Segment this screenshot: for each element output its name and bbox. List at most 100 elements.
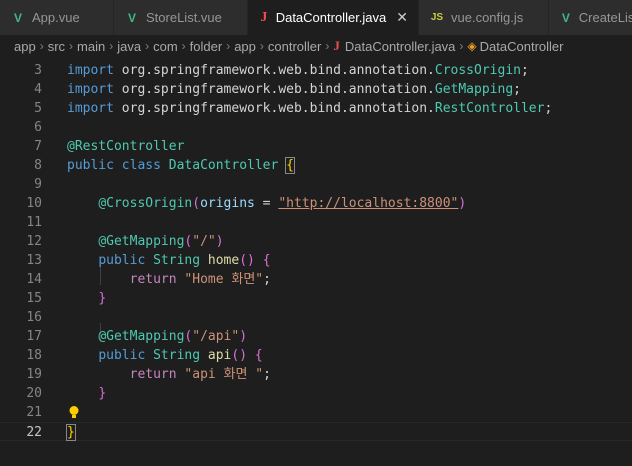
annotation: CrossOrigin bbox=[106, 196, 193, 211]
line-number: 4 bbox=[34, 82, 42, 97]
breadcrumb-item[interactable]: DataController bbox=[480, 39, 564, 54]
parameter: origins bbox=[200, 196, 255, 211]
code-line: 4 import org.springframework.web.bind.an… bbox=[0, 80, 632, 99]
package-path: org.springframework.web.bind.annotation. bbox=[121, 63, 435, 78]
line-number: 3 bbox=[34, 63, 42, 78]
string-url[interactable]: "http://localhost:8800" bbox=[278, 196, 458, 211]
tab-label: StoreList.vue bbox=[146, 10, 222, 25]
paren: ) bbox=[215, 234, 224, 249]
paren: ) bbox=[239, 329, 248, 344]
breadcrumb-item[interactable]: com bbox=[153, 39, 178, 54]
tab-storelist-vue[interactable]: V StoreList.vue bbox=[114, 0, 248, 35]
tab-app-vue[interactable]: V App.vue bbox=[0, 0, 114, 35]
package-path: org.springframework.web.bind.annotation. bbox=[121, 101, 435, 116]
chevron-right-icon: › bbox=[459, 39, 464, 53]
tab-label: vue.config.js bbox=[451, 10, 524, 25]
keyword: public bbox=[98, 253, 146, 268]
chevron-right-icon: › bbox=[259, 39, 264, 53]
code-line: 9 bbox=[0, 175, 632, 194]
line-number: 17 bbox=[26, 329, 42, 344]
punctuation: ; bbox=[263, 367, 271, 382]
code-line: 10 @CrossOrigin(origins = "http://localh… bbox=[0, 194, 632, 213]
tab-createlist[interactable]: V CreateList bbox=[549, 0, 632, 35]
breadcrumb-item[interactable]: app bbox=[14, 39, 36, 54]
code-line: 6 bbox=[0, 118, 632, 137]
line-number: 15 bbox=[26, 291, 42, 306]
vue-icon: V bbox=[561, 10, 570, 25]
close-icon[interactable]: ✕ bbox=[396, 9, 408, 26]
breadcrumb-item[interactable]: folder bbox=[190, 39, 223, 54]
code-line: 14 return "Home 화면"; bbox=[0, 270, 632, 289]
package-path: org.springframework.web.bind.annotation. bbox=[121, 82, 435, 97]
line-number: 7 bbox=[34, 139, 42, 154]
vue-icon: V bbox=[13, 10, 22, 25]
annotation-at: @ bbox=[98, 196, 107, 211]
line-number: 14 bbox=[26, 272, 42, 287]
keyword: import bbox=[67, 82, 114, 97]
brace: { bbox=[262, 253, 271, 268]
method-name: api bbox=[207, 348, 232, 363]
code-line: 8 public class DataController { bbox=[0, 156, 632, 175]
brace: { bbox=[254, 348, 263, 363]
breadcrumb: app › src › main › java › com › folder › app › … bbox=[0, 35, 632, 57]
tab-label: CreateList bbox=[578, 10, 632, 25]
breadcrumb-item[interactable]: java bbox=[117, 39, 141, 54]
annotation-at: @ bbox=[98, 234, 107, 249]
class-name: RestController bbox=[434, 101, 545, 116]
tab-label: DataController.java bbox=[275, 10, 387, 25]
keyword: public bbox=[67, 158, 114, 173]
keyword: public bbox=[98, 348, 146, 363]
brace: } bbox=[98, 386, 107, 401]
breadcrumb-item[interactable]: DataController.java bbox=[345, 39, 456, 54]
code-editor[interactable]: 3 import org.springframework.web.bind.an… bbox=[0, 57, 632, 466]
method-name: home bbox=[207, 253, 240, 268]
code-line: 19 return "api 화면 "; bbox=[0, 365, 632, 384]
annotation: GetMapping bbox=[106, 329, 185, 344]
operator: = bbox=[254, 196, 279, 211]
line-number: 5 bbox=[34, 101, 42, 116]
line-number: 10 bbox=[26, 196, 42, 211]
line-number: 6 bbox=[34, 120, 42, 135]
code-line: 16 bbox=[0, 308, 632, 327]
type: String bbox=[153, 348, 201, 363]
line-number: 9 bbox=[34, 177, 42, 192]
line-number: 11 bbox=[26, 215, 42, 230]
chevron-right-icon: › bbox=[69, 39, 74, 53]
class-icon: ◈ bbox=[467, 39, 477, 53]
paren: () bbox=[239, 253, 255, 268]
annotation: RestController bbox=[74, 139, 185, 154]
class-name: GetMapping bbox=[434, 82, 514, 97]
line-number: 16 bbox=[26, 310, 42, 325]
code-line: 13 public String home() { bbox=[0, 251, 632, 270]
brace: { bbox=[285, 157, 295, 174]
lightbulb-icon[interactable] bbox=[68, 405, 80, 420]
class-name: CrossOrigin bbox=[434, 63, 521, 78]
paren: ( bbox=[192, 196, 201, 211]
tab-vue-config-js[interactable]: JS vue.config.js bbox=[419, 0, 549, 35]
breadcrumb-item[interactable]: src bbox=[48, 39, 65, 54]
code-line: 12 @GetMapping("/") bbox=[0, 232, 632, 251]
code-line: 20 } bbox=[0, 384, 632, 403]
brace: } bbox=[66, 424, 76, 441]
vue-icon: V bbox=[127, 10, 136, 25]
code-line: 11 bbox=[0, 213, 632, 232]
line-number: 8 bbox=[34, 158, 42, 173]
code-line: 3 import org.springframework.web.bind.an… bbox=[0, 61, 632, 80]
breadcrumb-item[interactable]: controller bbox=[268, 39, 321, 54]
string: "/api" bbox=[192, 329, 240, 344]
code-line: 15 } bbox=[0, 289, 632, 308]
breadcrumb-item[interactable]: app bbox=[234, 39, 256, 54]
breadcrumb-item[interactable]: main bbox=[77, 39, 105, 54]
class-name: DataController bbox=[168, 158, 279, 173]
keyword: return bbox=[129, 272, 177, 287]
code-line: 21 bbox=[0, 403, 632, 422]
chevron-right-icon: › bbox=[109, 39, 114, 53]
string: "api 화면 " bbox=[184, 367, 264, 382]
tab-datacontroller-java[interactable]: J DataController.java ✕ bbox=[248, 0, 419, 35]
code-line: 7 @RestController bbox=[0, 137, 632, 156]
chevron-right-icon: › bbox=[181, 39, 186, 53]
line-number: 12 bbox=[26, 234, 42, 249]
line-number: 20 bbox=[26, 386, 42, 401]
java-icon: J bbox=[333, 38, 340, 53]
line-number: 18 bbox=[26, 348, 42, 363]
